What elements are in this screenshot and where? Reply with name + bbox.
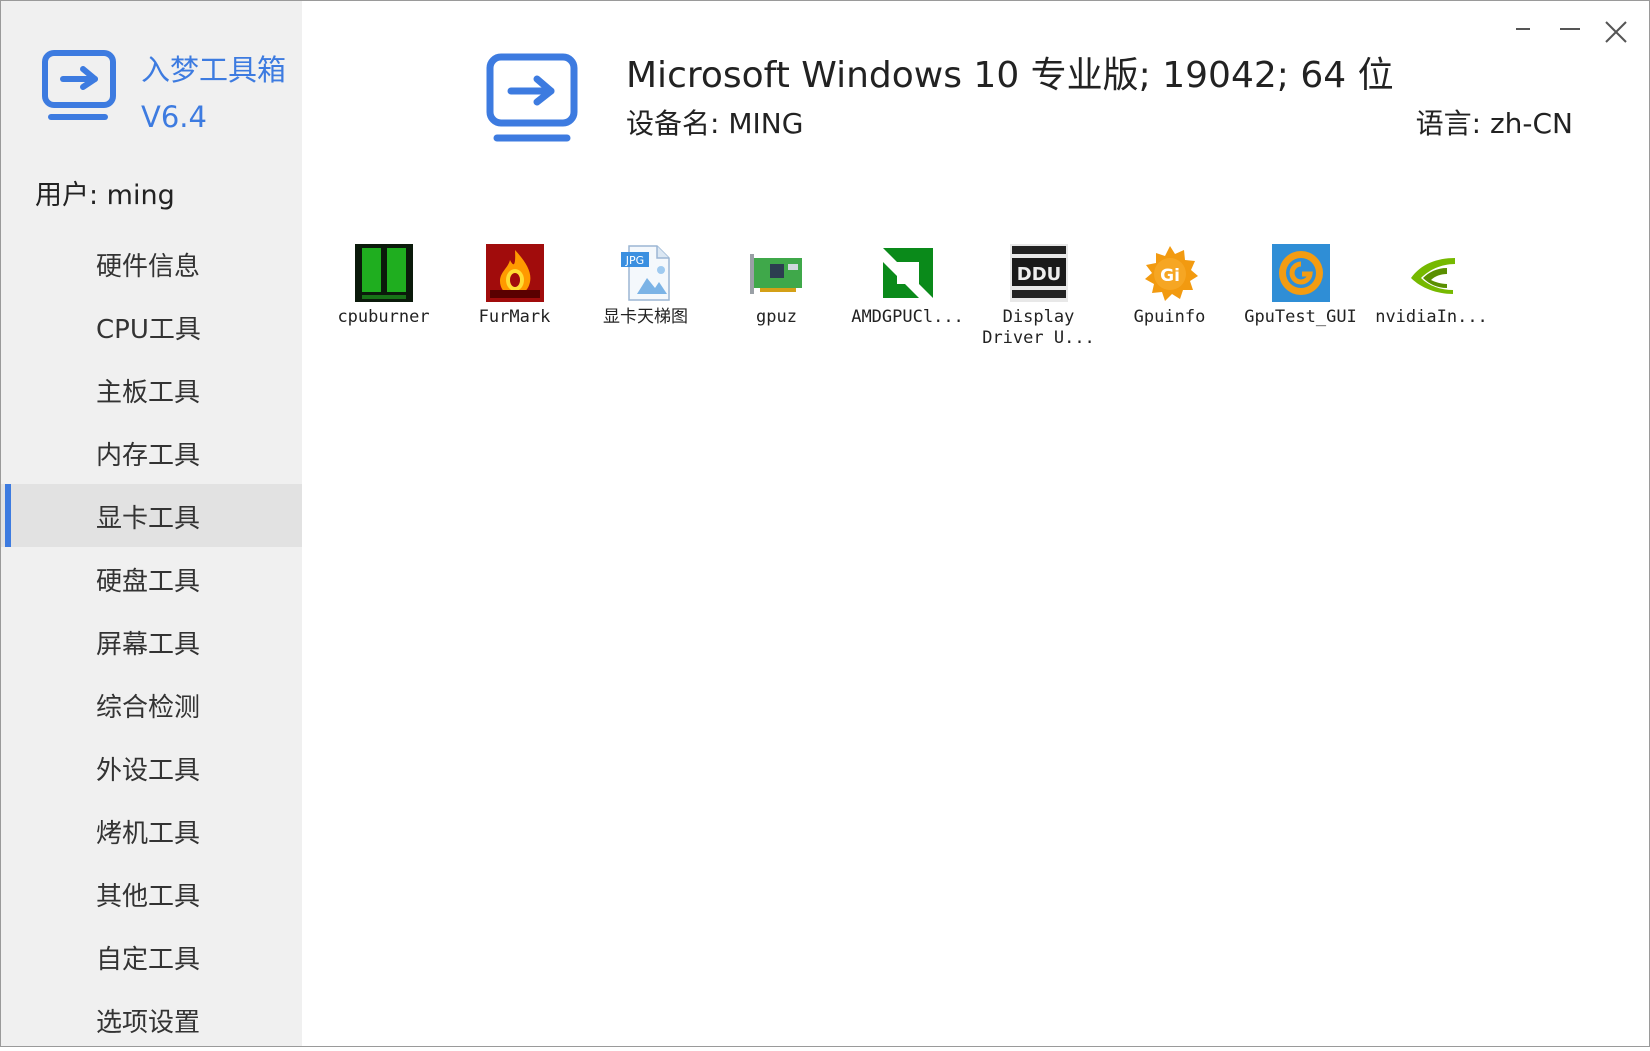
tool-furmark[interactable]: FurMark [449, 244, 580, 349]
sidebar: 入梦工具箱 V6.4 用户: ming 硬件信息 CPU工具 主板工具 内存工具… [1, 1, 302, 1046]
tool-grid: cpuburner FurMark JPG 显卡天梯图 gpuz AMDGPUC… [318, 244, 1497, 349]
svg-text:JPG: JPG [624, 254, 643, 267]
sidebar-nav: 硬件信息 CPU工具 主板工具 内存工具 显卡工具 硬盘工具 屏幕工具 综合检测… [1, 232, 302, 1051]
tool-label: FurMark [478, 307, 551, 327]
user-label: 用户: ming [35, 180, 175, 211]
gpuz-icon [749, 254, 802, 294]
svg-text:Gi: Gi [1160, 266, 1180, 286]
sidebar-item-label: 主板工具 [96, 378, 201, 408]
tool-gpu-ladder[interactable]: JPG 显卡天梯图 [580, 244, 711, 349]
os-info: Microsoft Windows 10 专业版; 19042; 64 位 [626, 55, 1394, 96]
sidebar-item-settings[interactable]: 选项设置 [1, 988, 302, 1051]
sidebar-item-label: 综合检测 [96, 693, 201, 723]
sidebar-item-label: 硬件信息 [96, 252, 201, 282]
sidebar-item-other-tools[interactable]: 其他工具 [1, 862, 302, 925]
sidebar-item-label: 其他工具 [96, 882, 201, 912]
sidebar-item-disk-tools[interactable]: 硬盘工具 [1, 547, 302, 610]
tool-gputest-gui[interactable]: GpuTest_GUI [1235, 244, 1366, 349]
furmark-icon [485, 244, 544, 302]
tool-cpuburner[interactable]: cpuburner [318, 244, 449, 349]
cpuburner-icon [354, 244, 413, 302]
app-logo-icon [42, 50, 116, 120]
sidebar-item-burn-in-tools[interactable]: 烤机工具 [1, 799, 302, 862]
tool-nvidia-inspector[interactable]: nvidiaIn... [1366, 244, 1497, 349]
sidebar-item-label: CPU工具 [96, 315, 201, 345]
gputest-icon [1271, 244, 1330, 302]
sidebar-item-peripheral-tools[interactable]: 外设工具 [1, 736, 302, 799]
tool-label: cpuburner [337, 307, 430, 327]
sidebar-item-label: 屏幕工具 [96, 630, 201, 660]
close-button[interactable] [1601, 18, 1631, 48]
sidebar-item-screen-tools[interactable]: 屏幕工具 [1, 610, 302, 673]
tool-gpuinfo[interactable]: Gi Gpuinfo [1104, 244, 1235, 349]
sidebar-item-hardware-info[interactable]: 硬件信息 [1, 232, 302, 295]
language-label: 语言: zh-CN [1415, 107, 1573, 140]
svg-text:DDU: DDU [1016, 264, 1061, 285]
tool-ddu[interactable]: DDU Display Driver U... [973, 244, 1104, 349]
tool-label: GpuTest_GUI [1244, 307, 1357, 327]
sidebar-item-label: 烤机工具 [96, 819, 201, 849]
amd-icon [882, 248, 933, 298]
sidebar-item-label: 显卡工具 [96, 504, 201, 534]
app-name: 入梦工具箱 [141, 53, 287, 87]
sidebar-item-comprehensive-test[interactable]: 综合检测 [1, 673, 302, 736]
ddu-icon: DDU [1009, 244, 1068, 302]
app-version: V6.4 [141, 100, 207, 134]
tool-amdgpuclock[interactable]: AMDGPUCl... [842, 244, 973, 349]
tool-label: Gpuinfo [1133, 307, 1206, 327]
sidebar-item-cpu-tools[interactable]: CPU工具 [1, 295, 302, 358]
sidebar-item-memory-tools[interactable]: 内存工具 [1, 421, 302, 484]
nvidia-icon [1410, 258, 1455, 294]
tool-label: gpuz [756, 307, 797, 327]
tool-label: nvidiaIn... [1375, 307, 1488, 327]
system-logo-icon [486, 53, 578, 142]
sidebar-item-label: 硬盘工具 [96, 567, 201, 597]
tool-label: 显卡天梯图 [603, 307, 688, 327]
tool-label: Display Driver U... [982, 307, 1095, 348]
sidebar-item-label: 内存工具 [96, 441, 201, 471]
minimize-to-tray-button[interactable] [1508, 18, 1538, 48]
tool-label: AMDGPUCl... [851, 307, 964, 327]
jpg-image-icon: JPG [620, 245, 670, 301]
sidebar-item-motherboard-tools[interactable]: 主板工具 [1, 358, 302, 421]
sidebar-item-label: 自定工具 [96, 945, 201, 975]
sidebar-item-custom-tools[interactable]: 自定工具 [1, 925, 302, 988]
minimize-button[interactable] [1555, 18, 1585, 48]
device-name: 设备名: MING [626, 107, 804, 140]
gpuinfo-icon: Gi [1144, 246, 1198, 301]
sidebar-item-gpu-tools[interactable]: 显卡工具 [1, 484, 302, 547]
tool-gpuz[interactable]: gpuz [711, 244, 842, 349]
sidebar-item-label: 选项设置 [96, 1008, 201, 1038]
sidebar-item-label: 外设工具 [96, 756, 201, 786]
